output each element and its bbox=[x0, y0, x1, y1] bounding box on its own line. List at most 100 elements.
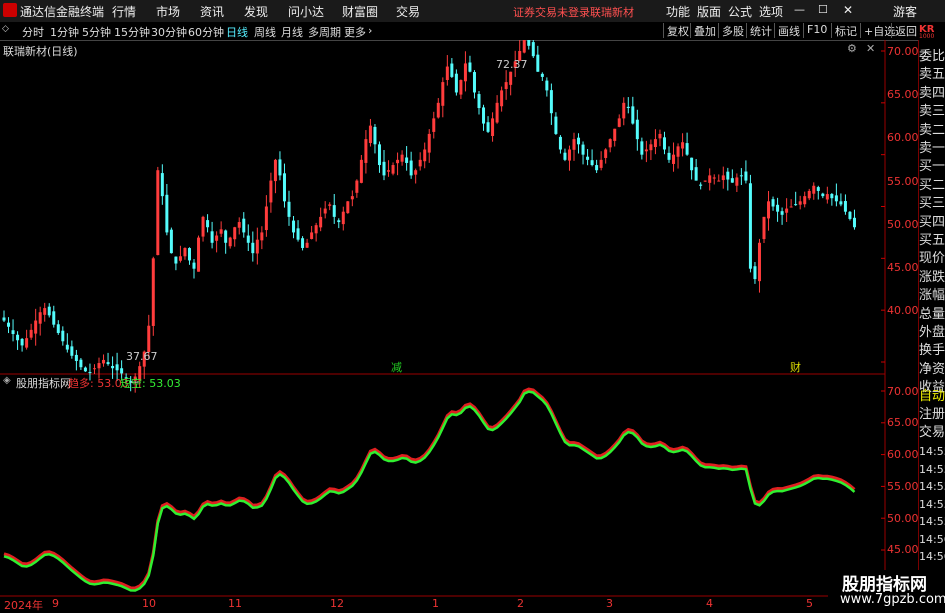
candle-body bbox=[301, 238, 305, 248]
period-30min[interactable]: 30分钟 bbox=[151, 24, 187, 40]
candle-body bbox=[767, 201, 771, 219]
menu-function[interactable]: 功能 bbox=[666, 3, 690, 20]
btn-f10[interactable]: F10 bbox=[803, 23, 830, 38]
menu-options[interactable]: 选项 bbox=[759, 3, 783, 20]
candle-body bbox=[287, 201, 291, 217]
watermark: 股朋指标网 www.7gpzb.com bbox=[828, 570, 945, 609]
candle-body bbox=[233, 227, 237, 240]
panel-field: 涨幅 bbox=[919, 288, 945, 304]
indicator-toggle-icon[interactable]: ◈ bbox=[3, 375, 11, 386]
candle-body bbox=[721, 175, 725, 181]
candle-body bbox=[79, 359, 83, 368]
candle-body bbox=[436, 102, 440, 118]
indicator-line-long bbox=[3, 387, 856, 590]
panel-action[interactable]: 注册 bbox=[919, 403, 945, 422]
menu-trade[interactable]: 交易 bbox=[396, 3, 420, 20]
panel-action[interactable]: 自动 bbox=[919, 385, 945, 404]
menu-formula[interactable]: 公式 bbox=[728, 3, 752, 20]
period-daily[interactable]: 日线 bbox=[226, 24, 248, 40]
period-weekly[interactable]: 周线 bbox=[254, 24, 276, 40]
candle-body bbox=[323, 208, 327, 214]
chevron-right-icon[interactable]: › bbox=[368, 24, 372, 37]
date-tick: 2024年 bbox=[4, 599, 43, 612]
y-tick: 40.00 bbox=[887, 304, 919, 317]
candle-body bbox=[151, 258, 155, 326]
candle-body bbox=[839, 201, 843, 205]
stock-chart[interactable] bbox=[0, 40, 918, 609]
panel-field: 总量 bbox=[919, 306, 945, 322]
candle-body bbox=[613, 128, 617, 141]
period-more[interactable]: 更多 bbox=[344, 24, 366, 40]
date-tick: 12 bbox=[330, 597, 344, 610]
candle-body bbox=[667, 152, 671, 160]
candle-body bbox=[260, 232, 264, 241]
candle-body bbox=[545, 80, 549, 91]
candle-body bbox=[178, 256, 182, 261]
period-60min[interactable]: 60分钟 bbox=[188, 24, 224, 40]
candle-body bbox=[708, 175, 712, 183]
period-intraday[interactable]: 分时 bbox=[22, 24, 44, 40]
tick-time: 14:55 bbox=[919, 462, 945, 476]
candle-body bbox=[7, 322, 11, 327]
period-15min[interactable]: 15分钟 bbox=[114, 24, 150, 40]
candle-body bbox=[757, 242, 761, 282]
panel-field: 卖二 bbox=[919, 122, 945, 138]
candle-body bbox=[70, 346, 74, 356]
btn-overlay[interactable]: 叠加 bbox=[690, 23, 719, 38]
candle-body bbox=[500, 90, 504, 107]
event-reduce-marker[interactable]: 减 bbox=[391, 359, 402, 375]
menu-ask[interactable]: 问小达 bbox=[288, 3, 324, 20]
btn-stats[interactable]: 统计 bbox=[746, 23, 775, 38]
period-5min[interactable]: 5分钟 bbox=[82, 24, 111, 40]
candle-body bbox=[771, 199, 775, 207]
maximize-icon[interactable]: ☐ bbox=[818, 3, 828, 16]
candle-body bbox=[495, 102, 499, 123]
candle-body bbox=[730, 178, 734, 183]
candle-body bbox=[852, 217, 856, 228]
menu-layout[interactable]: 版面 bbox=[697, 3, 721, 20]
candle-body bbox=[486, 122, 490, 132]
candle-body bbox=[690, 157, 694, 171]
candle-body bbox=[577, 137, 581, 145]
ind-y-tick: 45.00 bbox=[887, 543, 919, 556]
period-multi[interactable]: 多周期 bbox=[308, 24, 341, 40]
close-panel-icon[interactable]: ✕ bbox=[866, 42, 875, 55]
btn-adjust[interactable]: 复权 bbox=[663, 23, 692, 38]
candle-body bbox=[445, 66, 449, 80]
candle-body bbox=[459, 80, 463, 95]
candle-body bbox=[269, 180, 273, 203]
indicator-line-short bbox=[3, 390, 856, 592]
btn-mark[interactable]: 标记 bbox=[831, 23, 860, 38]
candle-body bbox=[807, 190, 811, 199]
menu-market[interactable]: 市场 bbox=[156, 3, 180, 20]
menu-discover[interactable]: 发现 bbox=[244, 3, 268, 20]
login-notice[interactable]: 证券交易未登录 bbox=[513, 4, 590, 20]
candle-body bbox=[536, 54, 540, 72]
btn-draw[interactable]: 画线 bbox=[774, 23, 803, 38]
period-monthly[interactable]: 月线 bbox=[281, 24, 303, 40]
guest-label[interactable]: 游客 bbox=[893, 3, 917, 20]
btn-back[interactable]: 返回 bbox=[891, 23, 920, 38]
close-icon[interactable]: ✕ bbox=[843, 3, 853, 17]
menu-market-quotes[interactable]: 行情 bbox=[112, 3, 136, 20]
menu-wealth[interactable]: 财富圈 bbox=[342, 3, 378, 20]
candle-body bbox=[653, 139, 657, 148]
candle-body bbox=[197, 237, 201, 272]
candle-body bbox=[785, 208, 789, 213]
minimize-icon[interactable]: — bbox=[794, 3, 805, 16]
candle-body bbox=[531, 42, 535, 57]
event-finance-marker[interactable]: 财 bbox=[790, 359, 801, 375]
panel-field: 买五 bbox=[919, 233, 945, 248]
indicator-line2-value: 短空: 53.03 bbox=[120, 377, 181, 390]
y-tick: 45.00 bbox=[887, 261, 919, 274]
btn-multi-stock[interactable]: 多股 bbox=[718, 23, 747, 38]
settings-icon[interactable]: ⚙ bbox=[847, 42, 857, 55]
date-tick: 4 bbox=[706, 597, 713, 610]
panel-field: 换手 bbox=[919, 343, 945, 359]
collapse-icon[interactable]: ◇ bbox=[2, 24, 9, 34]
candle-body bbox=[662, 137, 666, 150]
menu-news[interactable]: 资讯 bbox=[200, 3, 224, 20]
period-1min[interactable]: 1分钟 bbox=[50, 24, 79, 40]
candle-body bbox=[61, 330, 65, 342]
panel-action[interactable]: 交易 bbox=[919, 421, 945, 440]
